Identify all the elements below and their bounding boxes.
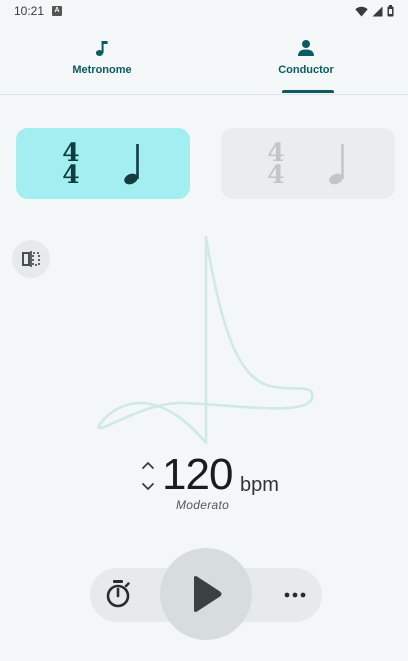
tempo-increase-icon[interactable]: [140, 458, 156, 472]
time-signature: 4 4: [267, 140, 285, 189]
tempo-value[interactable]: 120: [162, 452, 233, 498]
tab-metronome-label: Metronome: [72, 64, 132, 76]
tempo-unit: bpm: [240, 474, 279, 496]
music-note-icon: [95, 41, 108, 56]
status-bar: 10:21 A: [0, 0, 408, 22]
tab-conductor-label: Conductor: [278, 64, 334, 76]
tab-metronome[interactable]: Metronome: [0, 24, 204, 94]
tempo-decrease-icon[interactable]: [140, 480, 156, 494]
notification-badge-icon: A: [52, 6, 63, 16]
quarter-note-icon: [328, 143, 344, 184]
timer-icon[interactable]: [104, 579, 132, 609]
tab-bar: Metronome Conductor: [0, 24, 408, 95]
tab-conductor[interactable]: Conductor: [204, 24, 408, 94]
tab-indicator: [282, 90, 334, 93]
play-icon: [194, 576, 222, 612]
play-button[interactable]: [160, 548, 252, 640]
person-icon: [298, 40, 314, 56]
time-signature-card-active[interactable]: 4 4: [16, 128, 190, 199]
wifi-icon: [355, 6, 368, 16]
time-signature-denominator: 4: [62, 159, 80, 189]
more-horizontal-icon: [284, 592, 306, 598]
battery-icon: [387, 5, 394, 17]
status-time: 10:21: [14, 4, 45, 18]
time-signature: 4 4: [62, 140, 80, 189]
flip-icon: [22, 251, 40, 267]
time-signature-denominator: 4: [267, 159, 285, 189]
flip-button[interactable]: [12, 240, 50, 278]
conductor-pattern: [97, 236, 314, 445]
quarter-note-icon: [123, 143, 139, 184]
tempo-display: 120 bpm Moderato: [130, 452, 330, 516]
signal-icon: [372, 6, 383, 16]
tempo-marking: Moderato: [176, 498, 230, 512]
time-signature-card-inactive[interactable]: 4 4: [221, 128, 395, 199]
more-options-button[interactable]: [280, 582, 310, 608]
